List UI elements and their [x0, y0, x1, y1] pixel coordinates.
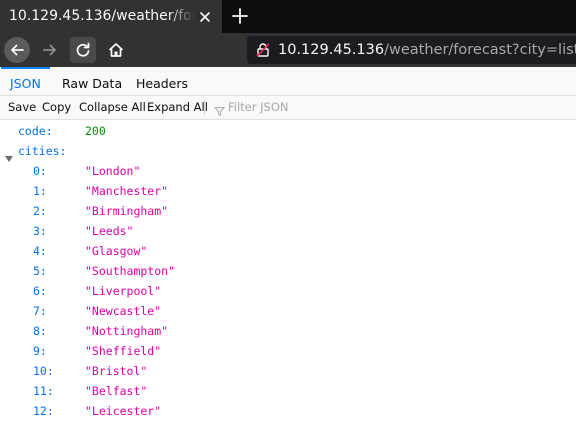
json-array-item[interactable]: 9: "Sheffield" — [0, 341, 576, 361]
json-string-value: "Leicester" — [85, 404, 162, 418]
json-row-cities[interactable]: cities: — [0, 141, 576, 162]
json-index-key: 5: — [33, 264, 47, 278]
toolbar-divider — [204, 100, 205, 115]
json-string-value: "Belfast" — [85, 384, 148, 398]
json-string-value: "Bristol" — [85, 364, 148, 378]
url-host: 10.129.45.136 — [278, 42, 385, 58]
json-index-key: 0: — [33, 164, 47, 178]
home-icon[interactable] — [103, 37, 129, 63]
json-tree: code: 200 cities: 0: "London" 1: "Mancheste… — [0, 121, 576, 434]
tab-title: 10.129.45.136/weather/forecast?city=list — [9, 8, 195, 24]
tab-raw-data[interactable]: Raw Data — [53, 67, 131, 95]
json-number-value: 200 — [85, 124, 106, 138]
json-index-key: 6: — [33, 284, 47, 298]
url-path: /weather/forecast?city=list — [384, 42, 576, 58]
json-index-key: 1: — [33, 184, 47, 198]
json-row-code[interactable]: code: 200 — [0, 121, 576, 141]
expand-all-button[interactable]: Expand All — [147, 96, 208, 119]
json-array-item[interactable]: 12: "Leicester" — [0, 401, 576, 421]
collapse-all-button[interactable]: Collapse All — [79, 96, 146, 119]
json-string-value: "London" — [85, 164, 141, 178]
json-array-item[interactable]: 7: "Newcastle" — [0, 301, 576, 321]
json-index-key: 9: — [33, 344, 47, 358]
chevron-down-icon[interactable] — [5, 148, 13, 162]
copy-button[interactable]: Copy — [42, 96, 71, 119]
json-string-value: "Liverpool" — [85, 284, 162, 298]
json-key: cities: — [18, 144, 67, 158]
json-string-value: "Birmingham" — [85, 204, 169, 218]
arrow-left-icon[interactable] — [4, 37, 30, 63]
filter-json-input[interactable] — [228, 98, 378, 116]
save-button[interactable]: Save — [8, 96, 36, 119]
reload-icon[interactable] — [70, 37, 96, 63]
json-array-item[interactable]: 1: "Manchester" — [0, 181, 576, 201]
json-index-key: 2: — [33, 204, 47, 218]
tab-headers[interactable]: Headers — [127, 67, 197, 95]
json-index-key: 12: — [33, 404, 54, 418]
json-array-item[interactable]: 10: "Bristol" — [0, 361, 576, 381]
viewer-tabs: JSON Raw Data Headers — [0, 67, 576, 96]
json-string-value: "Sheffield" — [85, 344, 162, 358]
tab-strip: 10.129.45.136/weather/forecast?city=list — [0, 0, 576, 33]
json-toolbar: Save Copy Collapse All Expand All — [0, 96, 576, 120]
json-index-key: 4: — [33, 244, 47, 258]
json-key: code: — [18, 124, 53, 138]
json-string-value: "Leeds" — [85, 224, 134, 238]
json-array-item[interactable]: 0: "London" — [0, 161, 576, 181]
close-icon[interactable] — [198, 9, 212, 23]
json-index-key: 3: — [33, 224, 47, 238]
json-array-item[interactable]: 6: "Liverpool" — [0, 281, 576, 301]
json-index-key: 10: — [33, 364, 54, 378]
json-array-item[interactable]: 4: "Glasgow" — [0, 241, 576, 261]
tab-json[interactable]: JSON — [1, 67, 50, 95]
json-string-value: "Southampton" — [85, 264, 176, 278]
arrow-right-icon[interactable] — [37, 37, 63, 63]
url-text[interactable]: 10.129.45.136/weather/forecast?city=list — [278, 41, 576, 59]
json-array-item[interactable]: 5: "Southampton" — [0, 261, 576, 281]
json-index-key: 11: — [33, 384, 54, 398]
json-index-key: 7: — [33, 304, 47, 318]
json-array-item[interactable]: 2: "Birmingham" — [0, 201, 576, 221]
insecure-lock-icon[interactable] — [255, 42, 271, 58]
address-bar[interactable]: 10.129.45.136/weather/forecast?city=list — [247, 36, 576, 64]
json-index-key: 8: — [33, 324, 47, 338]
json-array-item[interactable]: 3: "Leeds" — [0, 221, 576, 241]
json-string-value: "Newcastle" — [85, 304, 162, 318]
navigation-bar: 10.129.45.136/weather/forecast?city=list — [0, 33, 576, 67]
json-array-item[interactable]: 11: "Belfast" — [0, 381, 576, 401]
browser-tab[interactable]: 10.129.45.136/weather/forecast?city=list — [0, 0, 222, 33]
json-string-value: "Glasgow" — [85, 244, 148, 258]
plus-icon[interactable] — [229, 5, 251, 27]
json-string-value: "Nottingham" — [85, 324, 169, 338]
json-array-item[interactable]: 8: "Nottingham" — [0, 321, 576, 341]
json-string-value: "Manchester" — [85, 184, 169, 198]
filter-icon — [213, 102, 226, 117]
